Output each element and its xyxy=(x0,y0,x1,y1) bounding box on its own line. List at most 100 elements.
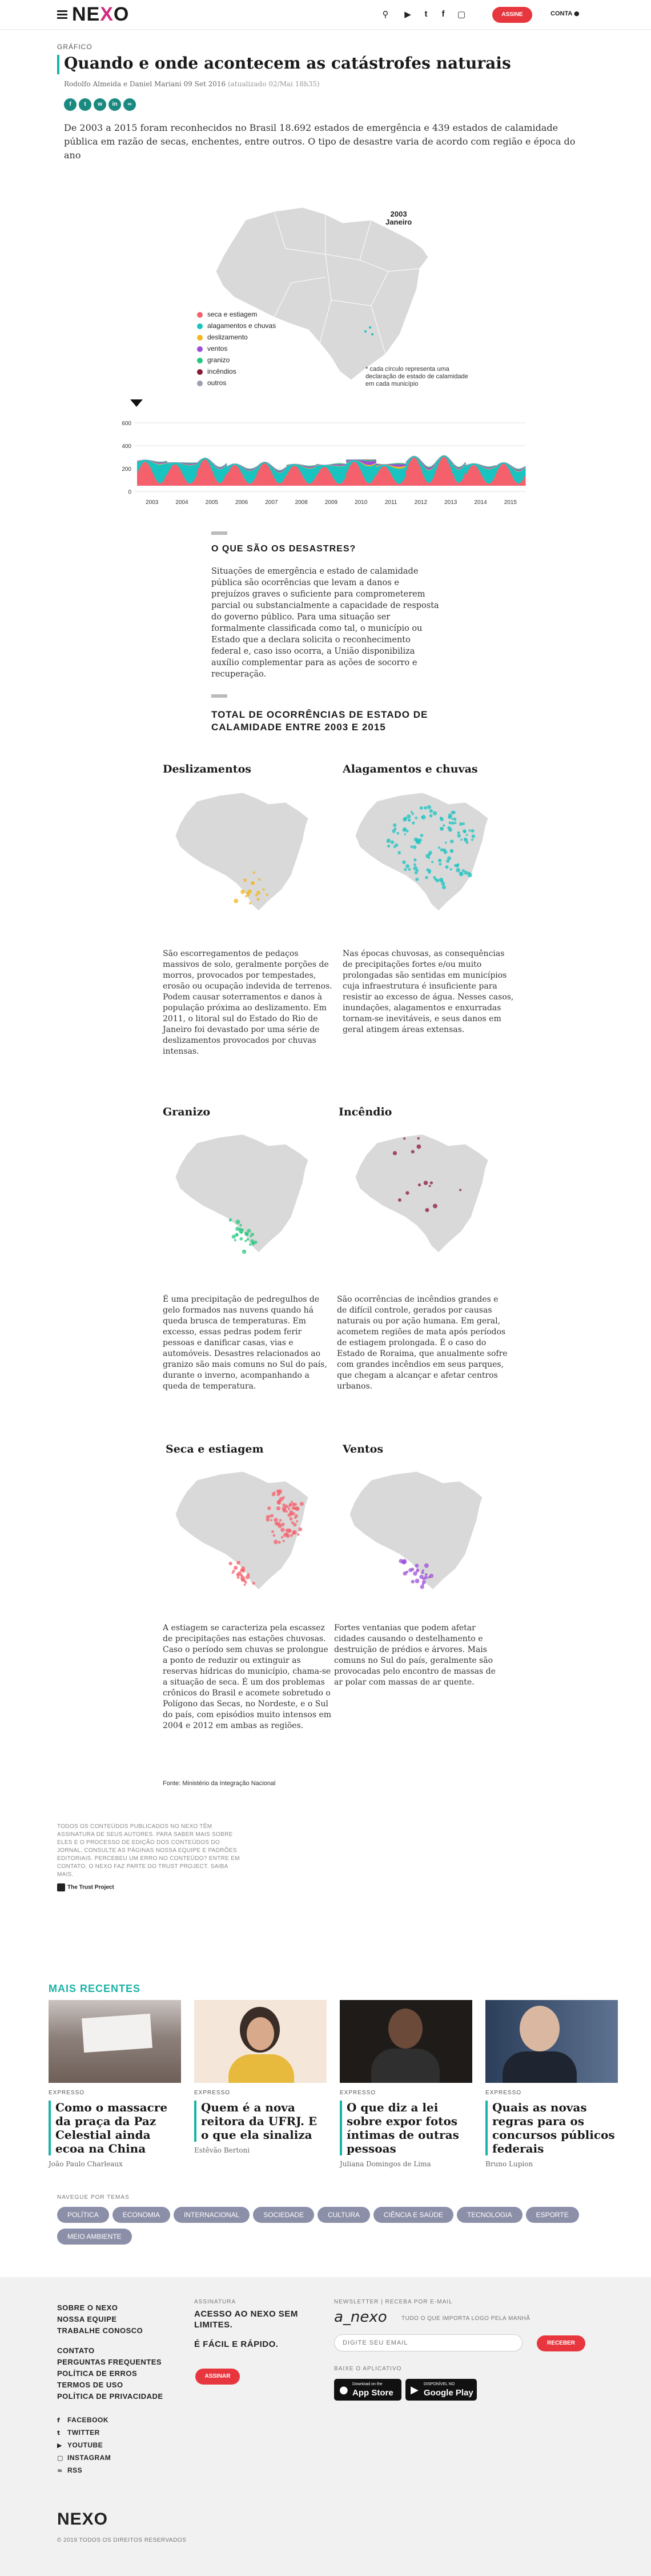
card-author[interactable]: João Paulo Charleaux xyxy=(49,2160,181,2168)
card-author[interactable]: Estêvão Bertoni xyxy=(194,2146,327,2154)
topic-pill[interactable]: POLÍTICA xyxy=(57,2207,109,2223)
occurrence-dot xyxy=(471,829,475,833)
occurrence-dot xyxy=(415,877,419,881)
author-names[interactable]: Rodolfo Almeida e Daniel Mariani xyxy=(64,80,182,88)
portrait-photo[interactable] xyxy=(340,2000,472,2083)
card-title[interactable]: Quem é a nova reitora da UFRJ. E o que e… xyxy=(201,2101,327,2142)
topic-pill[interactable]: MEIO AMBIENTE xyxy=(57,2229,132,2245)
recent-card[interactable]: EXPRESSO Quais as novas regras para os c… xyxy=(485,2000,618,2168)
timeline-stream-segment xyxy=(209,460,211,461)
card-author[interactable]: Bruno Lupion xyxy=(485,2160,618,2168)
menu-icon[interactable] xyxy=(57,10,67,19)
portrait-photo[interactable] xyxy=(485,2000,618,2083)
recent-card[interactable]: EXPRESSO Quem é a nova reitora da UFRJ. … xyxy=(194,2000,327,2154)
occurrence-dot xyxy=(287,1528,292,1533)
card-title[interactable]: O que diz a lei sobre expor fotos íntima… xyxy=(347,2101,472,2155)
portrait-photo[interactable] xyxy=(194,2000,327,2083)
topic-pill[interactable]: ECONOMIA xyxy=(112,2207,171,2223)
recent-card[interactable]: EXPRESSO Como o massacre da praça da Paz… xyxy=(49,2000,181,2168)
occurrence-dot xyxy=(276,1506,281,1511)
linkedin-icon[interactable]: in xyxy=(108,98,121,111)
timeline-stream-segment xyxy=(514,467,516,469)
topic-pill[interactable]: SOCIEDADE xyxy=(253,2207,315,2223)
whatsapp-icon[interactable]: w xyxy=(94,98,106,111)
footer-social-instagram[interactable]: ▢ INSTAGRAM xyxy=(57,2454,111,2462)
footer-link-privacidade[interactable]: POLÍTICA DE PRIVACIDADE xyxy=(57,2392,163,2401)
instagram-icon[interactable]: ▢ xyxy=(455,8,468,21)
footer-link-faq[interactable]: PERGUNTAS FREQUENTES xyxy=(57,2358,162,2366)
subscribe-button[interactable]: ASSINE xyxy=(492,7,532,23)
occurrence-dot xyxy=(393,823,397,827)
occurrence-dot xyxy=(427,805,431,809)
timeline-stream-segment xyxy=(454,465,456,466)
occurrence-dot xyxy=(288,1503,292,1506)
occurrence-dot xyxy=(252,1242,255,1246)
occurrence-dot xyxy=(405,1570,409,1574)
occurrence-dot xyxy=(255,894,258,897)
account-button[interactable]: CONTA ● xyxy=(550,10,580,17)
topic-pill[interactable]: TECNOLOGIA xyxy=(456,2207,523,2223)
newsletter-submit-button[interactable]: RECEBER xyxy=(537,2335,585,2351)
card-title[interactable]: Quais as novas regras para os concursos … xyxy=(492,2101,618,2155)
topic-pill[interactable]: CULTURA xyxy=(318,2207,370,2223)
footer-social-rss[interactable]: ≈ RSS xyxy=(57,2466,82,2474)
protest-photo[interactable] xyxy=(49,2000,181,2083)
occurrence-dot xyxy=(234,1239,236,1242)
card-author[interactable]: Juliana Domingos de Lima xyxy=(340,2160,472,2168)
topic-pill[interactable]: INTERNACIONAL xyxy=(174,2207,250,2223)
google-play-badge[interactable]: ▶ DISPONÍVEL NO Google Play xyxy=(405,2379,477,2401)
portrait-shirt xyxy=(371,2049,440,2083)
legend-swatch xyxy=(197,369,203,375)
topic-pill[interactable]: CIÊNCIA E SAÚDE xyxy=(373,2207,453,2223)
recent-card[interactable]: EXPRESSO O que diz a lei sobre expor fot… xyxy=(340,2000,472,2168)
twitter-icon[interactable]: t xyxy=(79,98,91,111)
timeline-chart[interactable]: 6004002000 2003 2004 2005 2006 2007 2008 2009 2… xyxy=(86,417,537,520)
footer-link-erros[interactable]: POLÍTICA DE ERROS xyxy=(57,2369,137,2378)
occurrence-dot xyxy=(295,1506,300,1511)
twitter-icon[interactable]: t xyxy=(420,8,432,21)
timeline-stream-segment xyxy=(453,463,455,465)
link-icon[interactable]: ∞ xyxy=(123,98,136,111)
footer-logo[interactable]: NEXO xyxy=(57,2510,108,2529)
youtube-icon[interactable]: ▶ xyxy=(401,8,414,21)
facebook-icon[interactable]: f xyxy=(64,98,77,111)
app-store-badge[interactable]: ● Download on the App Store xyxy=(334,2379,401,2401)
footer-link-trabalhe[interactable]: TRABALHE CONOSCO xyxy=(57,2326,143,2335)
occurrence-dot xyxy=(428,1185,431,1187)
occurrence-dot xyxy=(420,834,424,837)
occurrence-dot xyxy=(464,838,468,842)
occurrence-dot xyxy=(256,898,260,901)
footer-social-twitter[interactable]: t TWITTER xyxy=(57,2429,100,2437)
trust-project-icon xyxy=(57,1883,65,1891)
card-title[interactable]: Como o massacre da praça da Paz Celestia… xyxy=(55,2101,181,2155)
card-kicker: EXPRESSO xyxy=(49,2090,85,2096)
timeline-x-tick: 2008 xyxy=(295,499,308,506)
occurrence-dot xyxy=(459,1189,462,1191)
facebook-icon[interactable]: f xyxy=(437,8,449,21)
occurrence-dot xyxy=(279,1519,282,1522)
occurrence-dot xyxy=(270,1514,274,1518)
timeline-stream-segment xyxy=(375,459,376,461)
site-logo[interactable]: NEXO xyxy=(72,3,129,26)
timeline-play-marker[interactable] xyxy=(130,399,143,407)
footer-link-equipe[interactable]: NOSSA EQUIPE xyxy=(57,2315,116,2323)
newsletter-email-input[interactable] xyxy=(334,2334,523,2351)
card-accent-bar xyxy=(485,2101,488,2155)
timeline-stream-segment xyxy=(524,476,526,486)
footer-social-facebook[interactable]: f FACEBOOK xyxy=(57,2416,108,2424)
footer-subscribe-button[interactable]: ASSINAR xyxy=(195,2369,240,2385)
trust-project-badge[interactable]: The Trust Project xyxy=(57,1883,114,1891)
occurrence-dot xyxy=(411,1150,415,1154)
occurrence-dot xyxy=(428,850,432,855)
footer-link-sobre[interactable]: SOBRE O NEXO xyxy=(57,2303,118,2312)
footer-link-contato[interactable]: CONTATO xyxy=(57,2346,95,2355)
timeline-stream-segment xyxy=(447,457,449,458)
search-icon[interactable]: ⚲ xyxy=(379,8,392,21)
footer-social-youtube[interactable]: ▶ YOUTUBE xyxy=(57,2441,103,2449)
topic-pill[interactable]: ESPORTE xyxy=(525,2207,579,2223)
footer-link-termos[interactable]: TERMOS DE USO xyxy=(57,2381,123,2389)
facebook-icon: f xyxy=(57,2417,61,2424)
timeline-stream-segment xyxy=(270,465,272,466)
occurrence-dot xyxy=(403,817,407,822)
occurrence-dot xyxy=(235,1219,240,1225)
